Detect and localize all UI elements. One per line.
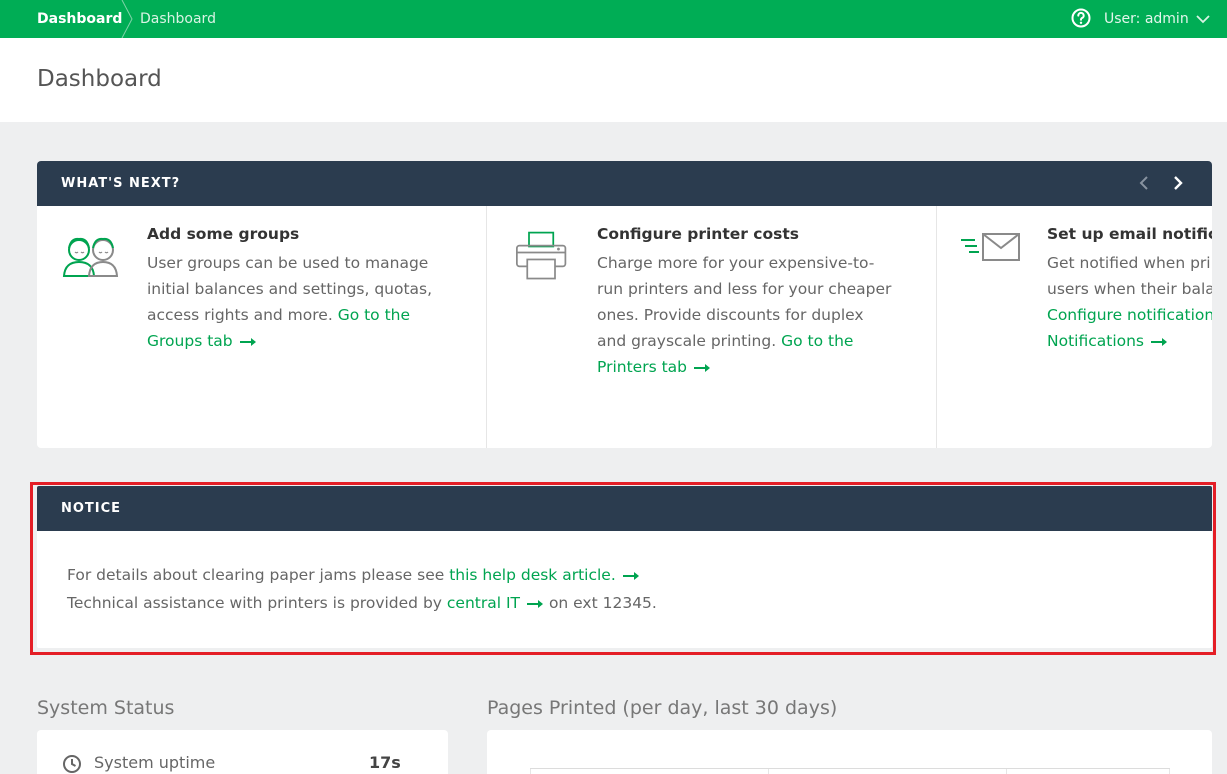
notice-line: Technical assistance with printers is pr… — [67, 589, 1212, 617]
user-menu[interactable]: User: admin — [1104, 0, 1189, 38]
chevron-down-icon[interactable] — [1196, 13, 1210, 25]
card-title: Add some groups — [147, 225, 300, 243]
users-group-icon — [62, 237, 119, 277]
arrow-right-icon — [622, 571, 639, 580]
card-title: Configure printer costs — [597, 225, 799, 243]
system-status-panel: System uptime 17s — [37, 730, 448, 774]
notice-panel: NOTICE For details about clearing paper … — [37, 486, 1212, 648]
help-desk-article-link[interactable]: this help desk article. — [449, 566, 640, 584]
page-title: Dashboard — [37, 66, 162, 92]
breadcrumb-dashboard[interactable]: Dashboard — [37, 0, 122, 38]
pages-printed-chart — [487, 730, 1212, 774]
card-description-line: users when their bala — [1047, 280, 1212, 298]
email-icon — [961, 233, 1020, 261]
help-desk-article-link-label: this help desk article. — [449, 566, 616, 584]
clock-icon — [63, 755, 81, 773]
chart-plot-area — [530, 768, 1170, 774]
top-bar: Dashboard Dashboard User: admin — [0, 0, 1227, 38]
notice-text: For details about clearing paper jams pl… — [67, 566, 445, 584]
notice-text: on ext 12345. — [548, 594, 657, 612]
arrow-right-icon — [239, 337, 256, 346]
card-text: Charge more for your expensive-to-run pr… — [597, 250, 897, 380]
chart-gridline — [530, 769, 531, 774]
card-title: Set up email notifica — [1047, 225, 1212, 243]
whats-next-panel: WHAT'S NEXT? Add some groups User groups… — [37, 161, 1212, 448]
breadcrumb-separator-icon — [121, 0, 133, 38]
pages-printed-title: Pages Printed (per day, last 30 days) — [487, 697, 838, 719]
notice-text: Technical assistance with printers is pr… — [67, 594, 442, 612]
whats-next-title: WHAT'S NEXT? — [61, 176, 181, 191]
card-add-groups: Add some groups User groups can be used … — [37, 206, 487, 448]
uptime-value: 17s — [369, 753, 401, 772]
page-header: Dashboard — [0, 38, 1227, 122]
chart-gridline — [768, 769, 769, 774]
chart-gridline — [1006, 769, 1007, 774]
system-status-title: System Status — [37, 697, 175, 719]
arrow-right-icon — [1151, 337, 1168, 346]
card-email-notifications: Set up email notifica Get notified when … — [937, 206, 1212, 448]
help-icon[interactable] — [1071, 8, 1091, 28]
arrow-right-icon — [527, 599, 543, 608]
notice-title: NOTICE — [61, 501, 122, 516]
arrow-right-icon — [693, 363, 710, 372]
central-it-link-label: central IT — [446, 594, 520, 612]
card-text: Get notified when pri users when their b… — [1047, 250, 1212, 354]
central-it-link[interactable]: central IT — [447, 594, 544, 612]
card-text: User groups can be used to manage initia… — [147, 250, 447, 354]
configure-notifications-link[interactable]: Configure notification — [1047, 306, 1212, 324]
notice-line: For details about clearing paper jams pl… — [67, 561, 1212, 589]
notice-body: For details about clearing paper jams pl… — [37, 531, 1212, 617]
printer-icon — [516, 231, 567, 280]
uptime-label: System uptime — [94, 753, 216, 772]
chevron-right-icon[interactable] — [1171, 175, 1185, 191]
breadcrumb-current: Dashboard — [140, 11, 216, 27]
notice-header: NOTICE — [37, 486, 1212, 531]
notifications-tab-link[interactable]: Notifications — [1047, 332, 1168, 350]
notifications-tab-link-label: Notifications — [1047, 332, 1145, 350]
card-printer-costs: Configure printer costs Charge more for … — [487, 206, 937, 448]
chart-gridline — [1169, 769, 1170, 774]
card-description-line: Get notified when pri — [1047, 254, 1211, 272]
chevron-left-icon[interactable] — [1137, 175, 1151, 191]
whats-next-header: WHAT'S NEXT? — [37, 161, 1212, 206]
